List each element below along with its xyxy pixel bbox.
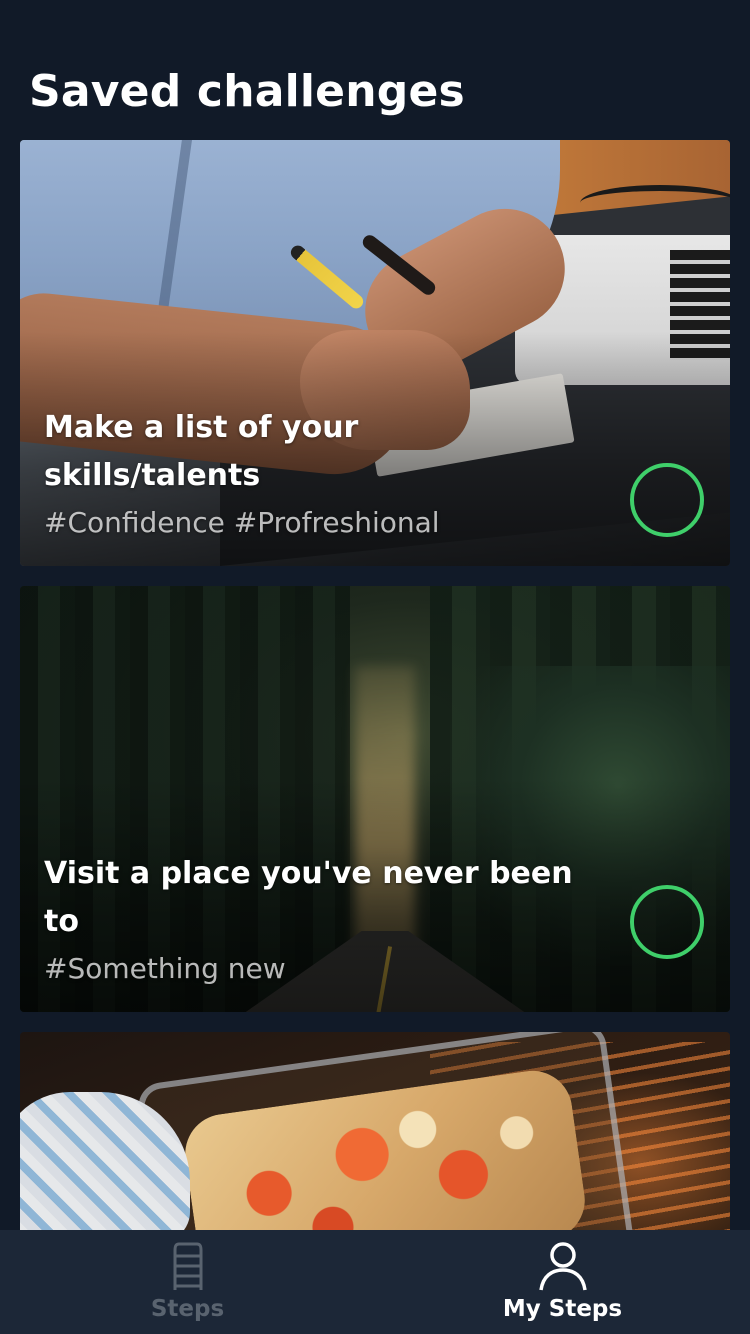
tab-steps[interactable]: Steps bbox=[0, 1230, 375, 1334]
ladder-icon bbox=[173, 1242, 202, 1290]
person-icon bbox=[538, 1242, 587, 1291]
page-title: Saved challenges bbox=[29, 66, 465, 117]
complete-challenge-toggle[interactable] bbox=[630, 463, 704, 537]
challenge-card-text: Visit a place you've never been to #Some… bbox=[44, 850, 580, 992]
challenge-title: Make a list of your skills/talents bbox=[44, 410, 359, 493]
tab-bar: Steps My Steps bbox=[0, 1230, 750, 1334]
tab-label: Steps bbox=[150, 1296, 225, 1322]
challenge-tags: #Confidence #Profreshional bbox=[44, 506, 440, 539]
challenge-photo-baked-dish bbox=[20, 1032, 730, 1230]
challenge-title: Visit a place you've never been to bbox=[44, 856, 573, 939]
challenge-card[interactable]: Make a list of your skills/talents #Conf… bbox=[20, 140, 730, 566]
challenge-card[interactable]: Visit a place you've never been to #Some… bbox=[20, 586, 730, 1012]
challenge-card[interactable] bbox=[20, 1032, 730, 1230]
tab-label: My Steps bbox=[502, 1296, 623, 1322]
saved-challenges-screen: Saved challenges Make a list of your ski… bbox=[0, 0, 750, 1334]
complete-challenge-toggle[interactable] bbox=[630, 885, 704, 959]
challenge-card-text: Make a list of your skills/talents #Conf… bbox=[44, 404, 580, 546]
tab-my-steps[interactable]: My Steps bbox=[375, 1230, 750, 1334]
challenge-tags: #Something new bbox=[44, 952, 286, 985]
